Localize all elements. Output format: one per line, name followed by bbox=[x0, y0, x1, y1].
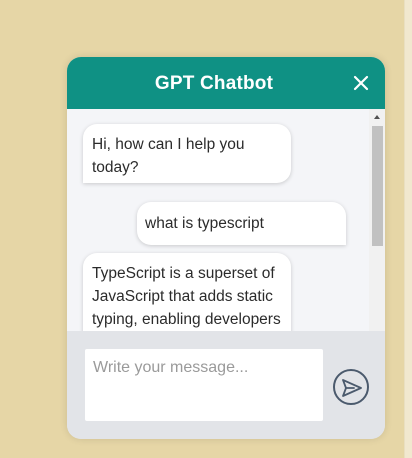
composer bbox=[67, 331, 385, 439]
send-icon bbox=[342, 379, 362, 397]
user-message: what is typescript bbox=[137, 202, 346, 245]
close-icon bbox=[353, 75, 369, 91]
chat-header: GPT Chatbot bbox=[67, 57, 385, 109]
page-edge bbox=[404, 0, 412, 458]
scroll-up-arrow-icon[interactable] bbox=[369, 109, 385, 125]
send-button[interactable] bbox=[333, 369, 369, 405]
chat-title: GPT Chatbot bbox=[154, 73, 274, 94]
scrollbar-thumb[interactable] bbox=[372, 126, 383, 246]
bot-message: Hi, how can I help you today? bbox=[83, 124, 291, 183]
close-button[interactable] bbox=[351, 73, 371, 93]
chat-window: GPT Chatbot Hi, how can I help you today… bbox=[67, 57, 385, 439]
message-input[interactable] bbox=[85, 349, 323, 421]
